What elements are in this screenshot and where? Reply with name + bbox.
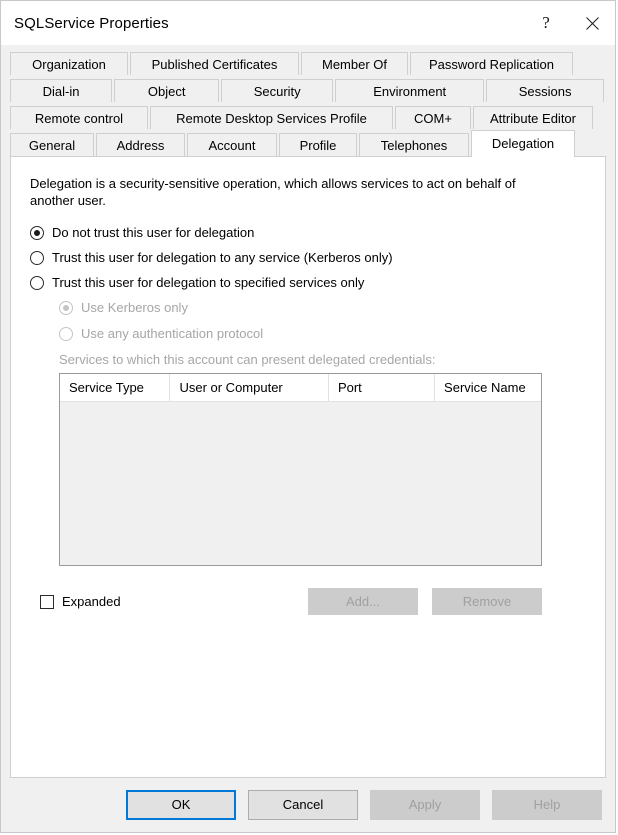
tab-password-replication[interactable]: Password Replication: [410, 52, 573, 75]
tab-published-certificates[interactable]: Published Certificates: [130, 52, 299, 75]
tab-dial-in[interactable]: Dial-in: [10, 79, 112, 102]
radio-use-any-authentication-protocol: Use any authentication protocol: [59, 326, 586, 342]
delegation-description: Delegation is a security-sensitive opera…: [30, 175, 560, 209]
dialog-button-bar: OK Cancel Apply Help: [1, 778, 615, 832]
tab-organization[interactable]: Organization: [10, 52, 128, 75]
radio-use-kerberos-only-label: Use Kerberos only: [81, 300, 188, 316]
radio-do-not-trust-mark: [30, 226, 44, 240]
tab-row-1: Organization Published Certificates Memb…: [10, 49, 606, 75]
help-footer-button[interactable]: Help: [492, 790, 602, 820]
question-mark-icon: ?: [542, 13, 550, 33]
radio-trust-any-service-mark: [30, 251, 44, 265]
tab-account[interactable]: Account: [187, 133, 277, 156]
radio-trust-any-service-label: Trust this user for delegation to any se…: [52, 250, 393, 266]
radio-use-any-authentication-protocol-mark: [59, 327, 73, 341]
expanded-checkbox[interactable]: Expanded: [40, 594, 121, 609]
radio-do-not-trust[interactable]: Do not trust this user for delegation: [30, 225, 586, 241]
tab-remote-desktop-services-profile[interactable]: Remote Desktop Services Profile: [150, 106, 393, 129]
tab-com-plus[interactable]: COM+: [395, 106, 471, 129]
radio-trust-specified-services-label: Trust this user for delegation to specif…: [52, 275, 364, 291]
services-list-view[interactable]: Service Type User or Computer Port Servi…: [59, 373, 542, 566]
tab-row-4: General Address Account Profile Telephon…: [10, 130, 606, 156]
services-list-header: Service Type User or Computer Port Servi…: [60, 374, 541, 402]
radio-use-kerberos-only: Use Kerberos only: [59, 300, 586, 316]
radio-do-not-trust-label: Do not trust this user for delegation: [52, 225, 254, 241]
tab-telephones[interactable]: Telephones: [359, 133, 469, 156]
tab-row-2: Dial-in Object Security Environment Sess…: [10, 76, 606, 102]
cancel-button[interactable]: Cancel: [248, 790, 358, 820]
radio-use-kerberos-only-mark: [59, 301, 73, 315]
tab-object[interactable]: Object: [114, 79, 219, 102]
title-bar-buttons: ?: [523, 1, 615, 45]
tab-member-of[interactable]: Member Of: [301, 52, 408, 75]
radio-use-any-authentication-protocol-label: Use any authentication protocol: [81, 326, 263, 342]
column-header-user-or-computer[interactable]: User or Computer: [170, 374, 329, 401]
title-bar: SQLService Properties ?: [1, 1, 615, 45]
delegation-panel: Delegation is a security-sensitive opera…: [10, 156, 606, 778]
window-title: SQLService Properties: [1, 15, 169, 32]
column-header-service-name[interactable]: Service Name: [435, 374, 541, 401]
add-service-button[interactable]: Add...: [308, 588, 418, 615]
remove-service-button[interactable]: Remove: [432, 588, 542, 615]
tab-general[interactable]: General: [10, 133, 94, 156]
radio-trust-any-service[interactable]: Trust this user for delegation to any se…: [30, 250, 586, 266]
column-header-port[interactable]: Port: [329, 374, 435, 401]
tab-security[interactable]: Security: [221, 79, 333, 102]
radio-trust-specified-services[interactable]: Trust this user for delegation to specif…: [30, 275, 586, 291]
expanded-checkbox-label: Expanded: [62, 594, 121, 609]
properties-dialog: SQLService Properties ? Organization Pub…: [0, 0, 616, 833]
apply-button[interactable]: Apply: [370, 790, 480, 820]
close-button[interactable]: [569, 1, 615, 45]
tab-row-3: Remote control Remote Desktop Services P…: [10, 103, 606, 129]
tab-profile[interactable]: Profile: [279, 133, 357, 156]
tab-strip: Organization Published Certificates Memb…: [1, 45, 615, 156]
delegation-panel-content: Delegation is a security-sensitive opera…: [11, 157, 605, 615]
tab-delegation[interactable]: Delegation: [471, 130, 575, 157]
services-list-caption: Services to which this account can prese…: [59, 352, 586, 367]
ok-button[interactable]: OK: [126, 790, 236, 820]
expanded-checkbox-mark: [40, 595, 54, 609]
column-header-service-type[interactable]: Service Type: [60, 374, 170, 401]
tab-environment[interactable]: Environment: [335, 79, 484, 102]
tab-attribute-editor[interactable]: Attribute Editor: [473, 106, 593, 129]
radio-trust-specified-services-mark: [30, 276, 44, 290]
tab-sessions[interactable]: Sessions: [486, 79, 604, 102]
tab-remote-control[interactable]: Remote control: [10, 106, 148, 129]
delegation-actions-row: Expanded Add... Remove: [40, 588, 542, 615]
services-list-body: [60, 402, 541, 565]
close-icon: [586, 17, 599, 30]
tab-address[interactable]: Address: [96, 133, 185, 156]
help-button[interactable]: ?: [523, 1, 569, 45]
